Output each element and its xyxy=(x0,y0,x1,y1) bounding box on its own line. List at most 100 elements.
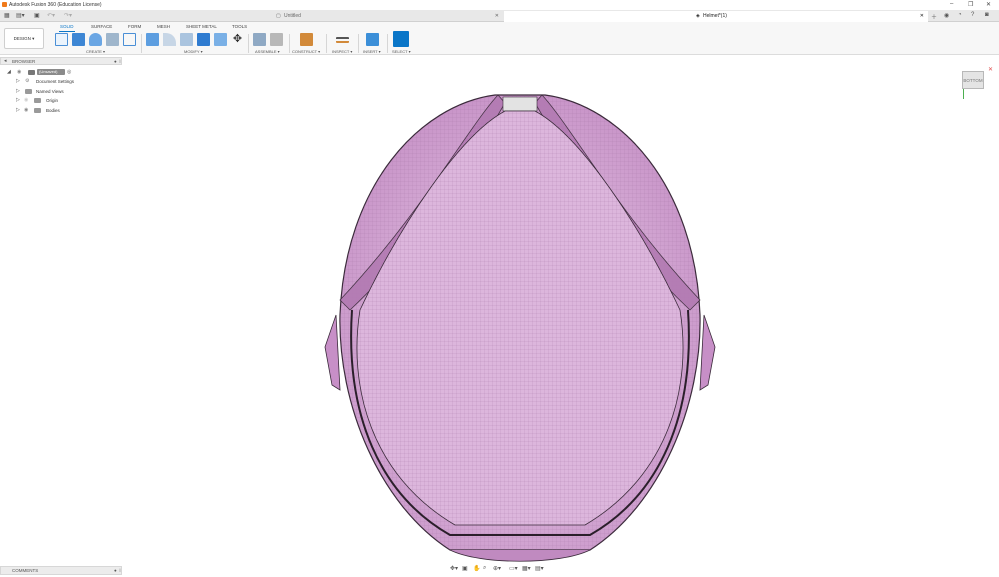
tab-tools[interactable]: TOOLS xyxy=(232,24,247,29)
inspect-menu[interactable]: INSPECT ▾ xyxy=(332,49,352,54)
window-title: Autodesk Fusion 360 (Education License) xyxy=(9,2,102,8)
browser-root[interactable]: ◢ ◉ (Unsaved) ◎ xyxy=(0,68,80,77)
fit-icon[interactable]: ⊕▾ xyxy=(493,565,501,572)
title-bar: Autodesk Fusion 360 (Education License) … xyxy=(0,0,999,10)
new-component-icon[interactable] xyxy=(253,33,266,46)
shell-icon[interactable] xyxy=(197,33,210,46)
view-cube-face-label: BOTTOM xyxy=(963,78,983,83)
offset-plane-icon[interactable] xyxy=(300,33,313,46)
activate-radio-icon[interactable]: ◎ xyxy=(67,68,71,77)
tab-mesh[interactable]: MESH xyxy=(157,24,170,29)
comments-panel[interactable]: COMMENTS ● ‖ xyxy=(0,566,122,575)
folder-icon xyxy=(34,98,41,103)
tab-untitled[interactable]: ▢ Untitled ✕ xyxy=(272,11,504,22)
viewports-icon[interactable]: ▤▾ xyxy=(535,565,544,572)
move-copy-icon[interactable]: ✥ xyxy=(231,33,244,46)
resize-handle-icon[interactable]: ‖ xyxy=(119,567,121,575)
extrude-icon[interactable] xyxy=(72,33,85,46)
measure-icon[interactable] xyxy=(336,37,349,43)
pattern-icon[interactable] xyxy=(123,33,136,46)
workspace-switcher[interactable]: DESIGN ▾ xyxy=(4,28,44,49)
minimize-button[interactable]: – xyxy=(950,1,953,7)
ribbon-toolbar: DESIGN ▾ SOLID SURFACE FORM MESH SHEET M… xyxy=(0,22,999,55)
chamfer-icon[interactable] xyxy=(180,33,193,46)
pan-icon[interactable]: ✋ xyxy=(473,565,480,572)
look-at-icon[interactable]: ▣ xyxy=(462,565,468,572)
visibility-icon[interactable]: ◉ xyxy=(17,68,21,77)
toolbar-divider xyxy=(326,34,327,53)
browser-item-label: Bodies xyxy=(46,108,60,113)
construct-menu[interactable]: CONSTRUCT ▾ xyxy=(292,49,320,54)
insert-image-icon[interactable] xyxy=(366,33,379,46)
modify-menu[interactable]: MODIFY ▾ xyxy=(184,49,203,54)
save-icon[interactable]: ▣ xyxy=(34,12,40,19)
close-tab-icon[interactable]: ✕ xyxy=(920,11,924,22)
browser-item-bodies[interactable]: ▷ ◉ Bodies xyxy=(0,106,80,115)
help-icon[interactable]: ? xyxy=(971,12,974,18)
resize-handle-icon[interactable]: ‖ xyxy=(119,58,121,65)
component-icon xyxy=(28,70,35,75)
close-tab-icon[interactable]: ✕ xyxy=(495,11,499,22)
job-status-icon[interactable]: ◔ xyxy=(958,12,962,18)
root-component-label[interactable]: (Unsaved) xyxy=(37,69,65,75)
close-button[interactable]: ✕ xyxy=(986,1,991,8)
collapse-icon[interactable]: ◂ xyxy=(4,58,7,65)
tab-label: Helmet*(1) xyxy=(703,13,727,19)
zoom-icon[interactable]: ⌕ xyxy=(483,565,486,572)
folder-icon xyxy=(34,108,41,113)
tab-form[interactable]: FORM xyxy=(128,24,141,29)
select-icon[interactable] xyxy=(393,31,409,47)
sweep-icon[interactable] xyxy=(106,33,119,46)
assemble-menu[interactable]: ASSEMBLE ▾ xyxy=(255,49,280,54)
orbit-icon[interactable]: ✥▾ xyxy=(450,565,458,572)
helmet-body[interactable] xyxy=(324,94,716,562)
tab-surface[interactable]: SURFACE xyxy=(91,24,112,29)
user-icon[interactable]: ◙ xyxy=(985,12,989,18)
expand-arrow-icon[interactable]: ▷ xyxy=(16,87,20,96)
new-tab-icon[interactable]: ＋ xyxy=(931,12,937,21)
collapse-arrow-icon[interactable]: ◢ xyxy=(7,68,11,77)
undo-icon[interactable]: ↶▾ xyxy=(47,12,55,19)
visibility-off-icon[interactable]: ◉ xyxy=(24,96,28,105)
visibility-icon[interactable]: ◉ xyxy=(24,106,28,115)
view-cube-x-axis-icon: ✕ xyxy=(988,67,994,73)
extensions-icon[interactable]: ◉ xyxy=(944,12,949,19)
tab-solid[interactable]: SOLID xyxy=(60,24,74,29)
revolve-icon[interactable] xyxy=(89,33,102,46)
fillet-icon[interactable] xyxy=(163,33,176,46)
browser-item-document-settings[interactable]: ▷ ⚙ Document Settings xyxy=(0,77,80,86)
expand-arrow-icon[interactable]: ▷ xyxy=(16,106,20,115)
restore-button[interactable]: ❐ xyxy=(968,1,973,8)
view-cube[interactable]: BOTTOM xyxy=(962,71,984,89)
select-menu[interactable]: SELECT ▾ xyxy=(392,49,411,54)
toolbar-divider xyxy=(358,34,359,53)
toolbar-divider xyxy=(141,34,142,53)
document-icon: ◈ xyxy=(696,13,700,19)
expand-arrow-icon[interactable]: ▷ xyxy=(16,96,20,105)
tab-helmet[interactable]: ◈ Helmet*(1) ✕ xyxy=(504,11,928,22)
insert-menu[interactable]: INSERT ▾ xyxy=(363,49,381,54)
data-panel-icon[interactable]: ▦ xyxy=(4,12,10,19)
joint-icon[interactable] xyxy=(270,33,283,46)
expand-arrow-icon[interactable]: ▷ xyxy=(16,77,20,86)
browser-item-named-views[interactable]: ▷ Named Views xyxy=(0,87,80,96)
press-pull-icon[interactable] xyxy=(146,33,159,46)
redo-icon[interactable]: ↷▾ xyxy=(64,12,72,19)
pin-icon[interactable]: ● xyxy=(114,567,117,575)
file-menu-icon[interactable]: ▤▾ xyxy=(16,12,25,19)
grid-icon[interactable]: ▦▾ xyxy=(522,565,531,572)
view-cube-y-axis-icon xyxy=(963,89,964,99)
create-menu[interactable]: CREATE ▾ xyxy=(86,49,105,54)
combine-icon[interactable] xyxy=(214,33,227,46)
fusion-logo-icon xyxy=(2,2,7,7)
browser-item-origin[interactable]: ▷ ◉ Origin xyxy=(0,96,80,105)
tab-sheet-metal[interactable]: SHEET METAL xyxy=(186,24,217,29)
create-sketch-icon[interactable] xyxy=(55,33,68,46)
browser-panel-header[interactable]: ◂ BROWSER ● ‖ xyxy=(0,57,122,65)
toolbar-divider xyxy=(387,34,388,53)
browser-item-label: Origin xyxy=(46,98,59,103)
pin-icon[interactable]: ● xyxy=(114,58,117,65)
viewport-canvas[interactable] xyxy=(300,85,740,570)
display-settings-icon[interactable]: ▭▾ xyxy=(509,565,518,572)
browser-item-label: Document Settings xyxy=(36,79,75,84)
